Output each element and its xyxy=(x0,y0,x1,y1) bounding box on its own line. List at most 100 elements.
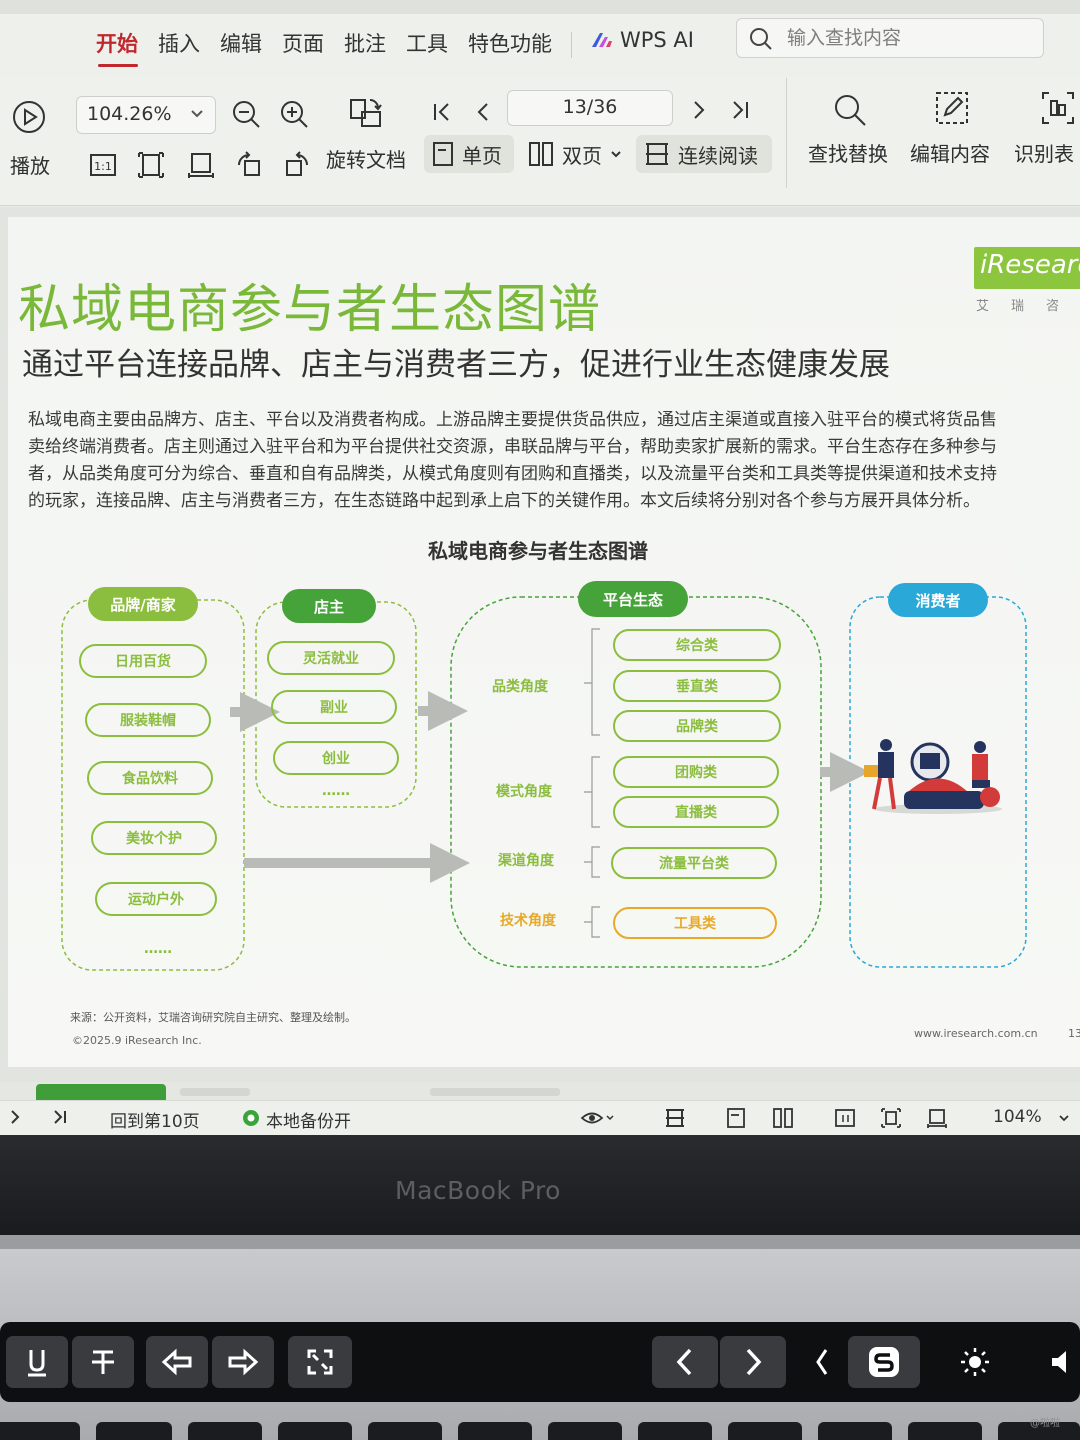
touchbar-brightness-key[interactable] xyxy=(930,1336,1020,1388)
zoom-select[interactable]: 104.26% xyxy=(76,96,216,134)
rotate-doc-button[interactable] xyxy=(348,96,384,132)
eye-icon[interactable] xyxy=(580,1109,614,1127)
menu-item-start[interactable]: 开始 xyxy=(96,28,138,58)
angle-tech: 技术角度 xyxy=(500,912,557,929)
rotate-doc-label[interactable]: 旋转文档 xyxy=(326,144,406,173)
keyboard-key[interactable] xyxy=(188,1422,262,1440)
single-page-icon[interactable] xyxy=(726,1107,746,1129)
keyboard-key[interactable] xyxy=(458,1422,532,1440)
touchbar-fullscreen-key[interactable] xyxy=(288,1336,352,1388)
chevron-down-icon xyxy=(191,110,203,118)
page-tab[interactable] xyxy=(430,1088,560,1096)
first-page-button[interactable] xyxy=(428,98,456,126)
document-viewport[interactable]: 私域电商参与者生态图谱 通过平台连接品牌、店主与消费者三方，促进行业生态健康发展… xyxy=(0,207,1080,1087)
angle-channel: 渠道角度 xyxy=(497,852,555,869)
last-page-button[interactable] xyxy=(726,96,754,124)
brace-category xyxy=(584,628,600,736)
keyboard-key[interactable] xyxy=(728,1422,802,1440)
double-page-button[interactable]: 双页 xyxy=(520,135,630,173)
fit-width-icon[interactable] xyxy=(926,1107,948,1129)
fit-page-button[interactable] xyxy=(136,150,166,180)
chevron-left-icon xyxy=(477,103,488,121)
touchbar-collapse-key[interactable] xyxy=(800,1336,844,1388)
touchbar-prev-key[interactable] xyxy=(652,1336,718,1388)
page-number: 13 xyxy=(1068,1027,1080,1040)
platform-header: 平台生态 xyxy=(603,591,663,609)
copyright: ©2025.9 iResearch Inc. xyxy=(72,1034,202,1047)
keyboard-key[interactable] xyxy=(548,1422,622,1440)
macbook-label: MacBook Pro xyxy=(395,1176,561,1205)
volume-icon xyxy=(1052,1351,1066,1373)
keyboard-key[interactable] xyxy=(368,1422,442,1440)
menu-item-comment[interactable]: 批注 xyxy=(344,28,386,58)
edit-content-label[interactable]: 编辑内容 xyxy=(910,138,990,167)
search-box[interactable] xyxy=(736,18,1044,58)
menu-item-insert[interactable]: 插入 xyxy=(158,28,200,58)
wps-ai-button[interactable]: WPS AI xyxy=(590,28,694,52)
touchbar-siri-key[interactable] xyxy=(848,1336,920,1388)
play-label: 播放 xyxy=(10,154,50,178)
actual-size-icon[interactable] xyxy=(834,1107,856,1129)
double-page-icon[interactable] xyxy=(772,1107,794,1129)
touchbar-back-key[interactable] xyxy=(146,1336,208,1388)
touchbar-strikethrough-key[interactable] xyxy=(72,1336,134,1388)
touchbar-underline-key[interactable] xyxy=(6,1336,68,1388)
chevron-down-icon[interactable] xyxy=(1058,1113,1070,1123)
zoom-out-icon xyxy=(233,101,260,128)
rotate-left-button[interactable] xyxy=(234,150,264,180)
chevron-left-icon xyxy=(676,1348,692,1376)
recognize-table-icon-button[interactable] xyxy=(1038,88,1078,128)
status-bar: 回到第10页 本地备份开 104% xyxy=(0,1100,1080,1135)
zoom-out-button[interactable] xyxy=(230,98,262,130)
touchbar-next-key[interactable] xyxy=(720,1336,786,1388)
edit-content-icon-button[interactable] xyxy=(932,88,972,128)
fit-width-button[interactable] xyxy=(186,150,216,180)
page-number-input[interactable]: 13/36 xyxy=(507,90,673,126)
find-replace-label[interactable]: 查找替换 xyxy=(808,138,888,167)
zoom-in-button[interactable] xyxy=(278,98,310,130)
last-page-icon[interactable] xyxy=(50,1107,70,1127)
double-page-icon xyxy=(529,142,553,166)
next-page-button[interactable] xyxy=(684,96,712,124)
menu-bar: 开始 插入 编辑 页面 批注 工具 特色功能 WPS AI xyxy=(0,14,1080,78)
menu-item-features[interactable]: 特色功能 xyxy=(468,28,552,58)
site-url: www.iresearch.com.cn xyxy=(914,1027,1038,1040)
keyboard-key[interactable] xyxy=(0,1422,80,1440)
rotate-right-button[interactable] xyxy=(282,150,312,180)
play-button[interactable] xyxy=(12,100,46,134)
touchbar-volume-key[interactable] xyxy=(1040,1336,1080,1388)
rotate-left-icon xyxy=(238,151,260,176)
recognize-table-label[interactable]: 识别表 xyxy=(1014,138,1074,167)
search-input[interactable] xyxy=(787,25,1027,51)
chevron-right-icon[interactable] xyxy=(6,1107,24,1127)
page-tab[interactable] xyxy=(180,1088,250,1096)
menu-item-edit[interactable]: 编辑 xyxy=(220,28,262,58)
first-page-icon xyxy=(434,103,449,121)
touchbar-forward-key[interactable] xyxy=(212,1336,274,1388)
menu-item-tools[interactable]: 工具 xyxy=(406,28,448,58)
fit-page-icon[interactable] xyxy=(880,1107,902,1129)
menu-item-page[interactable]: 页面 xyxy=(282,28,324,58)
chevron-left-icon xyxy=(816,1349,828,1375)
single-page-button[interactable]: 单页 xyxy=(424,135,514,173)
keyboard-key[interactable] xyxy=(96,1422,172,1440)
brand-item: 运动户外 xyxy=(128,891,184,908)
local-backup-status[interactable]: 本地备份开 xyxy=(266,1107,351,1132)
fit-page-icon xyxy=(138,152,164,178)
prev-page-button[interactable] xyxy=(470,98,498,126)
laptop-hinge xyxy=(0,1235,1080,1249)
keyboard-key[interactable] xyxy=(818,1422,892,1440)
zoom-in-icon xyxy=(281,101,308,128)
find-replace-icon-button[interactable] xyxy=(830,90,870,130)
back-to-page-link[interactable]: 回到第10页 xyxy=(110,1107,200,1132)
keyboard-key[interactable] xyxy=(908,1422,982,1440)
continuous-read-button[interactable]: 连续阅读 xyxy=(636,135,772,173)
keyboard-key[interactable] xyxy=(638,1422,712,1440)
continuous-read-icon[interactable] xyxy=(664,1107,686,1129)
status-zoom-value[interactable]: 104% xyxy=(993,1107,1042,1127)
brand-more: …… xyxy=(144,941,172,957)
brand-item: 日用百货 xyxy=(115,653,171,670)
keyboard-key[interactable] xyxy=(278,1422,352,1440)
actual-size-button[interactable]: 1:1 xyxy=(88,150,118,180)
chevron-down-icon xyxy=(611,151,621,158)
